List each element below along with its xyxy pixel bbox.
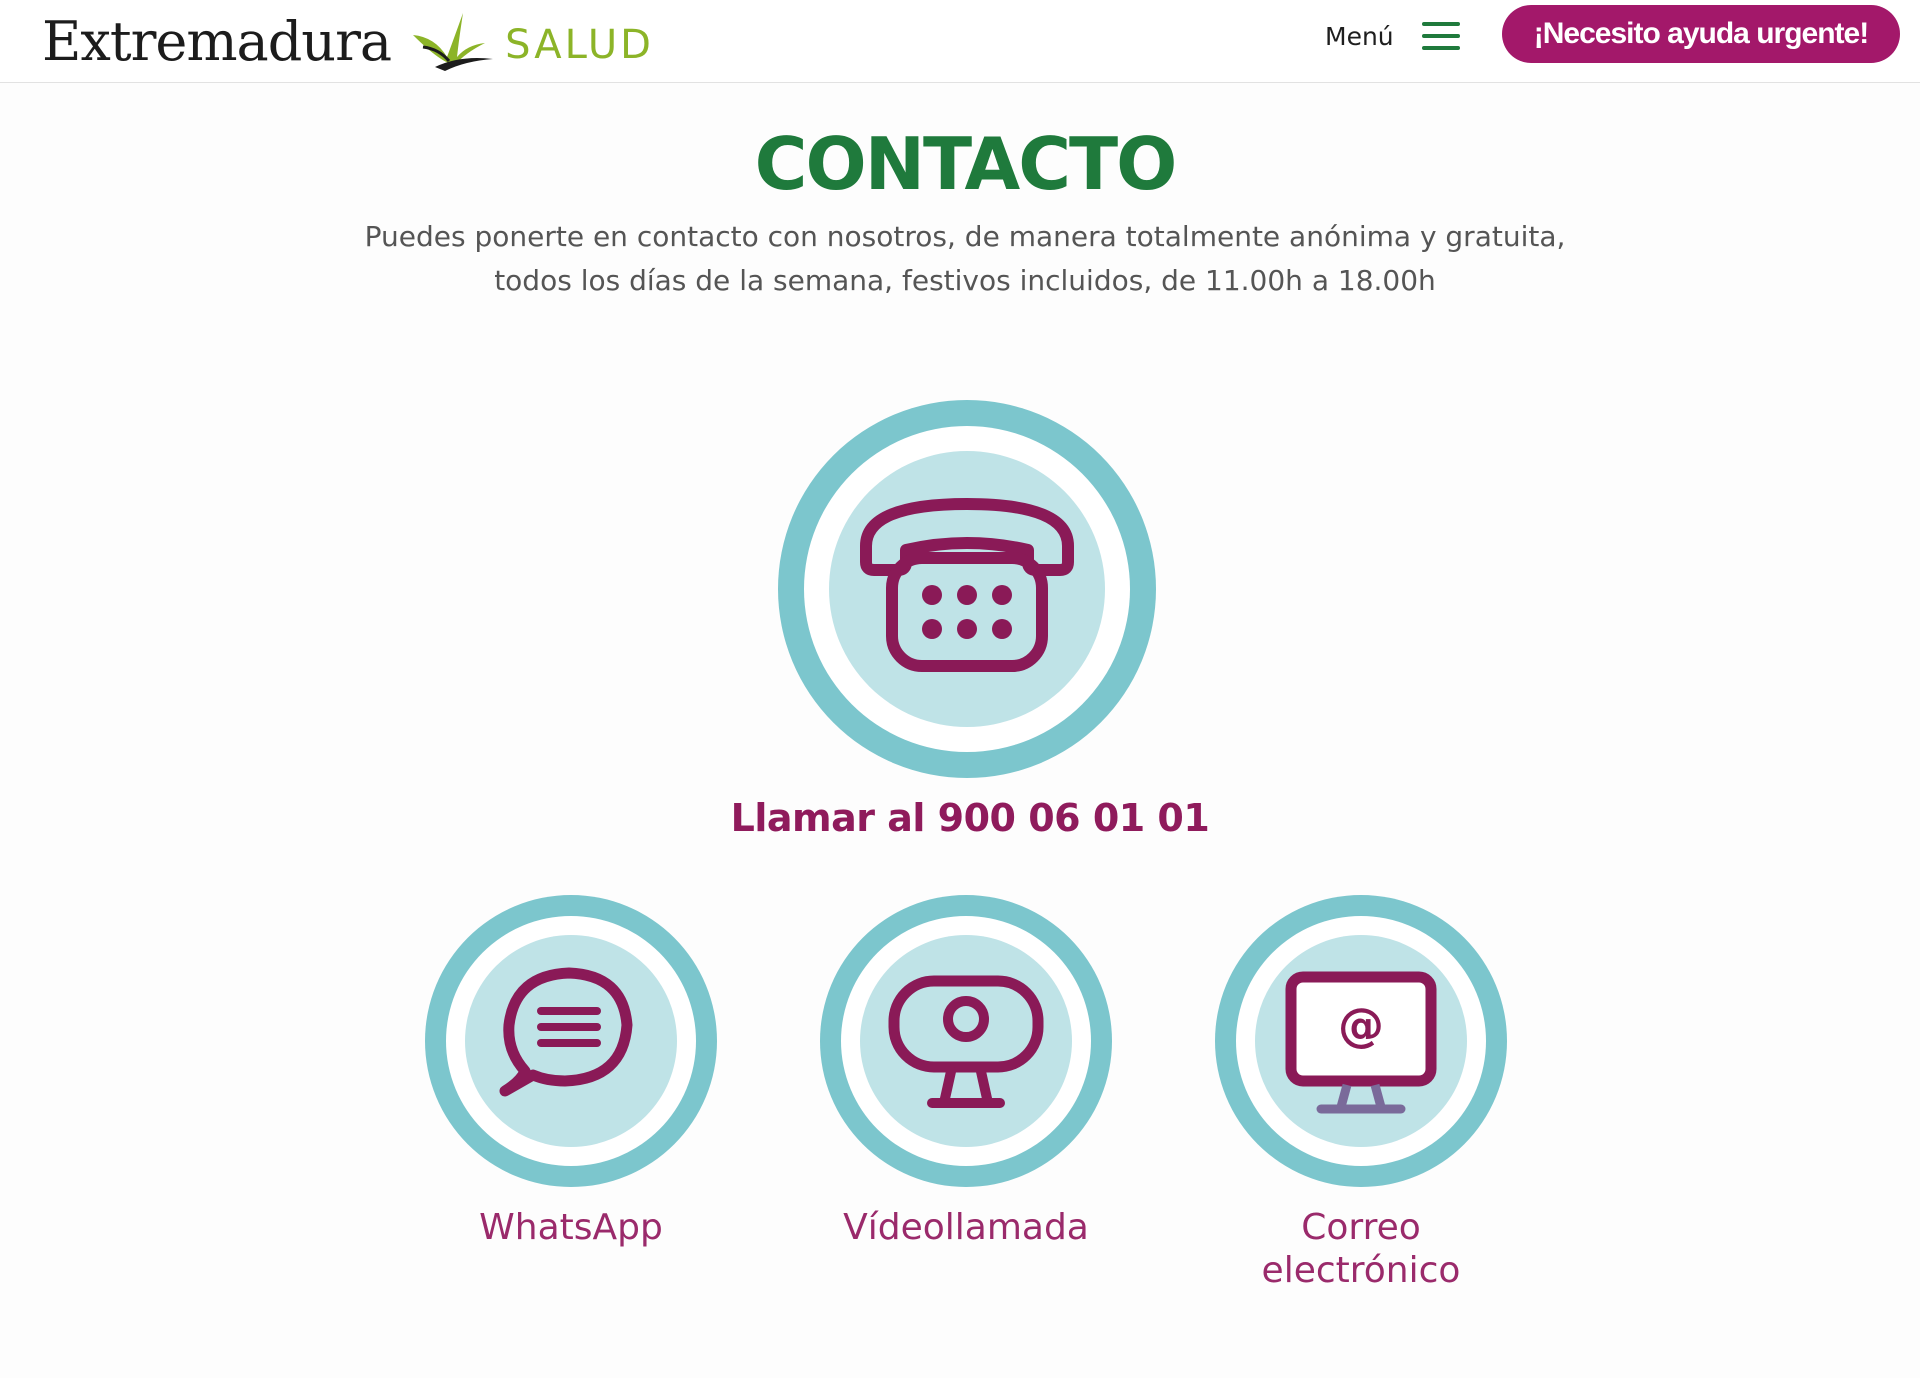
webcam-icon [820,895,1112,1187]
page: Extremadura SALUD Menú ¡Necesito ayuda u… [0,0,1920,1378]
logo-wordmark: Extremadura [42,9,392,73]
intro-line-1: Puedes ponerte en contacto con nosotros,… [364,220,1566,253]
logo-salud-text: SALUD [505,22,654,68]
email-label-line-2: electrónico [1261,1250,1461,1291]
urgent-help-button[interactable]: ¡Necesito ayuda urgente! [1502,5,1900,63]
email-button[interactable]: @ [1215,895,1507,1187]
call-label[interactable]: Llamar al 900 06 01 01 [610,796,1330,840]
videocall-label[interactable]: Vídeollamada [786,1206,1146,1249]
bird-logo-icon [413,13,494,71]
phone-circle-icon [778,400,1156,778]
chat-bubble-icon [425,895,717,1187]
hamburger-icon [1421,22,1460,50]
call-button[interactable] [778,400,1156,778]
email-label[interactable]: Correo electrónico [1181,1206,1541,1292]
whatsapp-button[interactable] [425,895,717,1187]
videocall-button[interactable] [820,895,1112,1187]
site-logo[interactable]: Extremadura SALUD [42,2,654,80]
page-title: CONTACTO [754,122,1178,206]
menu-label: Menú [1325,21,1394,51]
svg-text:@: @ [1338,998,1384,1052]
menu-toggle[interactable]: Menú [1325,14,1460,58]
email-label-line-1: Correo [1301,1207,1421,1248]
intro-line-2: todos los días de la semana, festivos in… [494,264,1436,297]
email-monitor-icon: @ [1215,895,1507,1187]
whatsapp-label[interactable]: WhatsApp [391,1206,751,1249]
site-header: Extremadura SALUD Menú ¡Necesito ayuda u… [0,0,1920,83]
intro-text: Puedes ponerte en contacto con nosotros,… [260,215,1670,303]
